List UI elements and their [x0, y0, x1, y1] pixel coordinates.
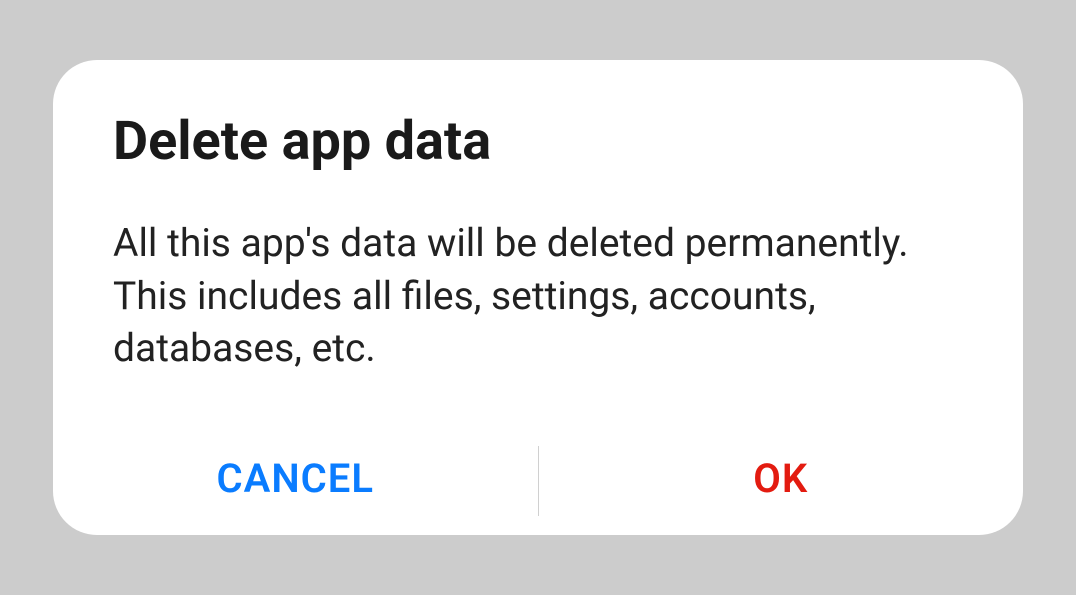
dialog-actions: CANCEL OK [53, 435, 1023, 535]
cancel-button[interactable]: CANCEL [53, 435, 538, 535]
confirmation-dialog: Delete app data All this app's data will… [53, 60, 1023, 535]
dialog-message: All this app's data will be deleted perm… [53, 217, 1023, 375]
dialog-title: Delete app data [53, 110, 1023, 173]
ok-button[interactable]: OK [539, 435, 1024, 535]
